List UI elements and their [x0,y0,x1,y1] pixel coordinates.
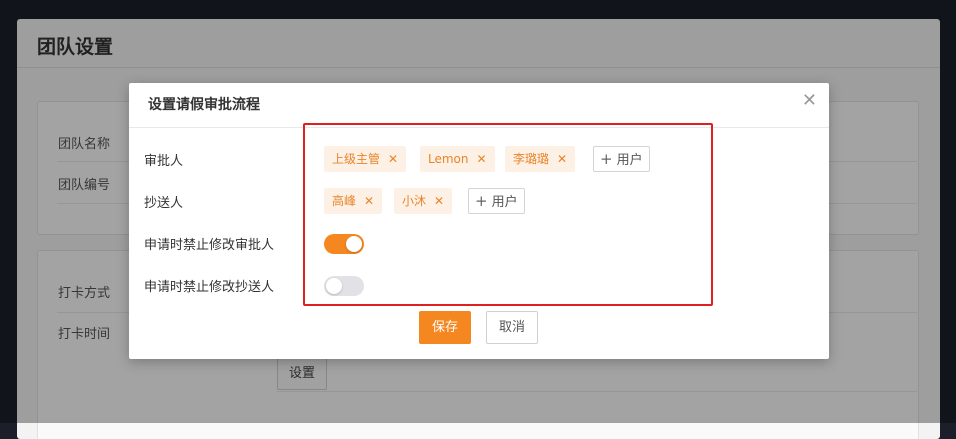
cancel-button[interactable]: 取消 [486,311,538,344]
modal-header: 设置请假审批流程 ✕ [129,83,829,128]
switch-knob [346,236,362,252]
plus-icon: + [600,150,613,168]
remove-tag-icon[interactable]: ✕ [557,152,567,166]
tag-label: 上级主管 [332,152,381,166]
add-cc-button[interactable]: + 用户 [468,188,525,214]
tag-label: 李璐璐 [513,152,550,166]
switch-knob [326,278,342,294]
remove-tag-icon[interactable]: ✕ [364,194,374,208]
forbid-edit-cc-label: 申请时禁止修改抄送人 [144,280,275,295]
add-user-label: 用户 [491,195,518,210]
remove-tag-icon[interactable]: ✕ [388,152,398,166]
cc-tag: 高峰 ✕ [324,188,383,214]
close-icon[interactable]: ✕ [802,92,817,110]
remove-tag-icon[interactable]: ✕ [434,194,444,208]
forbid-edit-approver-switch[interactable] [324,234,364,254]
modal-title: 设置请假审批流程 [148,97,260,113]
forbid-edit-cc-switch[interactable] [324,276,364,296]
forbid-edit-approver-label: 申请时禁止修改审批人 [144,238,275,253]
approver-tag: Lemon ✕ [420,146,495,172]
add-user-label: 用户 [616,153,643,168]
leave-approval-modal: 设置请假审批流程 ✕ 审批人 上级主管 ✕ Lemon ✕ 李璐璐 ✕ + 用户 抄送人… [129,83,829,359]
tag-label: 高峰 [332,194,357,208]
tag-label: Lemon [428,152,469,166]
cc-tag: 小沐 ✕ [394,188,453,214]
approver-tag: 李璐璐 ✕ [505,146,576,172]
approver-label: 审批人 [144,154,184,169]
add-approver-button[interactable]: + 用户 [593,146,650,172]
tag-label: 小沐 [402,194,427,208]
remove-tag-icon[interactable]: ✕ [477,152,487,166]
plus-icon: + [475,192,488,210]
approver-tag: 上级主管 ✕ [324,146,407,172]
cc-label: 抄送人 [144,196,184,211]
save-button[interactable]: 保存 [419,311,471,344]
